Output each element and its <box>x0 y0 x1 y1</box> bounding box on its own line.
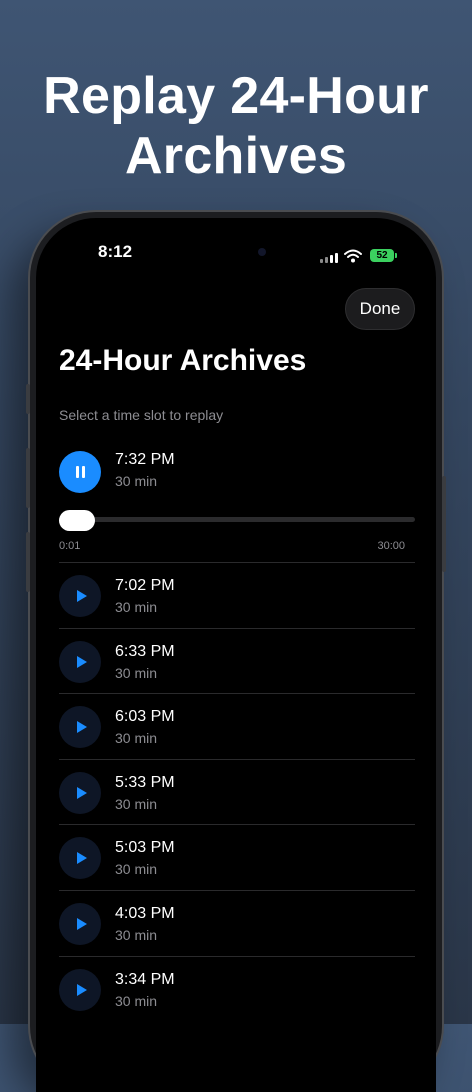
play-button[interactable] <box>59 968 101 1011</box>
play-icon <box>76 721 87 734</box>
slot-time: 5:03 PM <box>115 839 175 857</box>
done-button[interactable]: Done <box>345 288 415 330</box>
phone-frame: 8:12 52 Done 24-Hour Archives Select a t… <box>26 212 446 1092</box>
slot-duration: 30 min <box>115 599 158 615</box>
list-item[interactable]: 6:33 PM 30 min <box>59 627 415 694</box>
phone-power-button <box>442 476 446 572</box>
play-button[interactable] <box>59 575 101 617</box>
status-bar: 8:12 52 <box>36 218 436 278</box>
battery-tip <box>395 253 397 258</box>
list-item[interactable]: 4:03 PM 30 min <box>59 889 415 956</box>
slot-duration: 30 min <box>115 992 158 1009</box>
slot-duration: 30 min <box>115 861 158 878</box>
battery-icon: 52 <box>370 249 394 262</box>
play-button[interactable] <box>59 837 101 880</box>
list-item[interactable]: 6:03 PM 30 min <box>59 693 415 759</box>
list-item[interactable]: 3:34 PM 30 min <box>59 955 415 1022</box>
slot-time: 6:03 PM <box>115 708 175 726</box>
slot-duration: 30 min <box>115 730 158 747</box>
status-time: 8:12 <box>98 242 133 261</box>
play-button[interactable] <box>59 640 101 683</box>
pause-icon-bar <box>81 466 85 478</box>
cellular-signal-icon <box>320 253 338 263</box>
pause-icon <box>75 466 79 478</box>
promo-headline: Replay 24-Hour Archives <box>43 67 429 185</box>
list-item[interactable]: 7:02 PM 30 min <box>59 562 415 628</box>
slot-duration: 30 min <box>115 664 158 681</box>
now-playing-row[interactable]: 7:32 PM 30 min <box>59 451 415 495</box>
play-button[interactable] <box>59 771 101 814</box>
play-icon <box>76 786 87 799</box>
list-item[interactable]: 5:03 PM 30 min <box>59 824 415 890</box>
time-slot-list: 7:02 PM 30 min 6:33 PM 30 min 6:03 PM 30… <box>59 562 415 1021</box>
play-icon <box>76 852 87 865</box>
phone-side-button <box>26 384 30 414</box>
play-icon <box>76 983 87 996</box>
play-button[interactable] <box>59 706 101 749</box>
play-button[interactable] <box>59 902 101 945</box>
play-icon <box>76 590 87 602</box>
slot-time: 5:33 PM <box>115 773 175 791</box>
slot-duration: 30 min <box>115 926 158 943</box>
slot-time: 7:02 PM <box>115 577 175 594</box>
pause-button[interactable] <box>59 451 101 493</box>
total-time: 30:00 <box>377 540 405 552</box>
now-playing-duration: 30 min <box>115 473 158 489</box>
slot-time: 6:33 PM <box>115 642 175 660</box>
play-icon <box>76 917 87 930</box>
slot-duration: 30 min <box>115 795 158 812</box>
phone-volume-up <box>26 448 30 508</box>
playback-scrubber-track[interactable] <box>59 517 415 522</box>
play-icon <box>76 655 87 668</box>
phone-volume-down <box>26 532 30 592</box>
page-title: 24-Hour Archives <box>59 344 307 377</box>
playback-scrubber-thumb[interactable] <box>59 510 95 531</box>
now-playing-time: 7:32 PM <box>115 451 175 468</box>
slot-time: 3:34 PM <box>115 970 175 988</box>
slot-time: 4:03 PM <box>115 904 175 922</box>
list-item[interactable]: 5:33 PM 30 min <box>59 758 415 825</box>
camera-dot <box>258 248 266 256</box>
elapsed-time: 0:01 <box>59 540 81 552</box>
page-subtitle: Select a time slot to replay <box>59 407 224 423</box>
app-screen: 8:12 52 Done 24-Hour Archives Select a t… <box>36 218 436 1092</box>
wifi-icon <box>344 249 362 263</box>
